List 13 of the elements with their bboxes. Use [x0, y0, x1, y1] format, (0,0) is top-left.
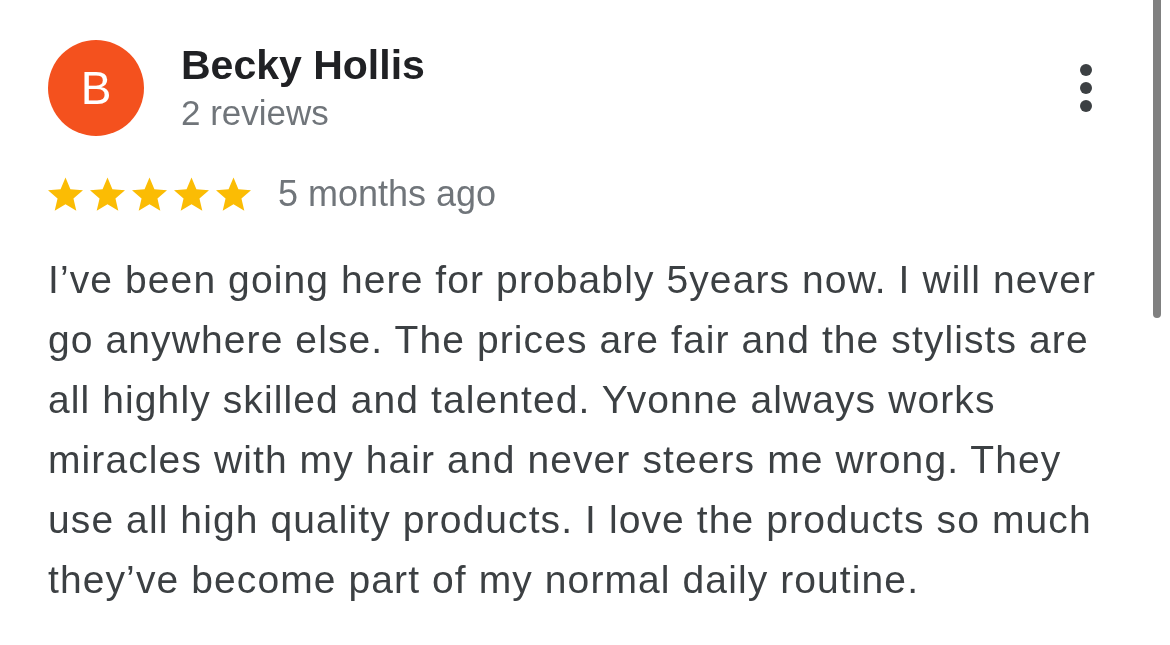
more-options-button[interactable]	[1080, 64, 1092, 112]
scrollbar-thumb[interactable]	[1153, 0, 1161, 318]
reviewer-name: Becky Hollis	[181, 41, 425, 89]
star-icon	[216, 176, 251, 212]
star-icon	[132, 176, 167, 212]
avatar: B	[48, 40, 144, 136]
star-icon	[174, 176, 209, 212]
review-text: I’ve been going here for probably 5years now. I will never go anywhere else. The prices are fair and the stylists are all highly skilled and talented. Yvonne always works miracles with my hair and never steers me wrong. They use all high quality products. I love the products so much they’ve become part of my normal daily routine.	[48, 257, 1098, 603]
star-icon	[90, 176, 125, 212]
vertical-dots-icon	[1080, 64, 1092, 112]
review-time: 5 months ago	[278, 176, 497, 212]
star-icon	[48, 176, 83, 212]
review-count: 2 reviews	[181, 93, 330, 133]
